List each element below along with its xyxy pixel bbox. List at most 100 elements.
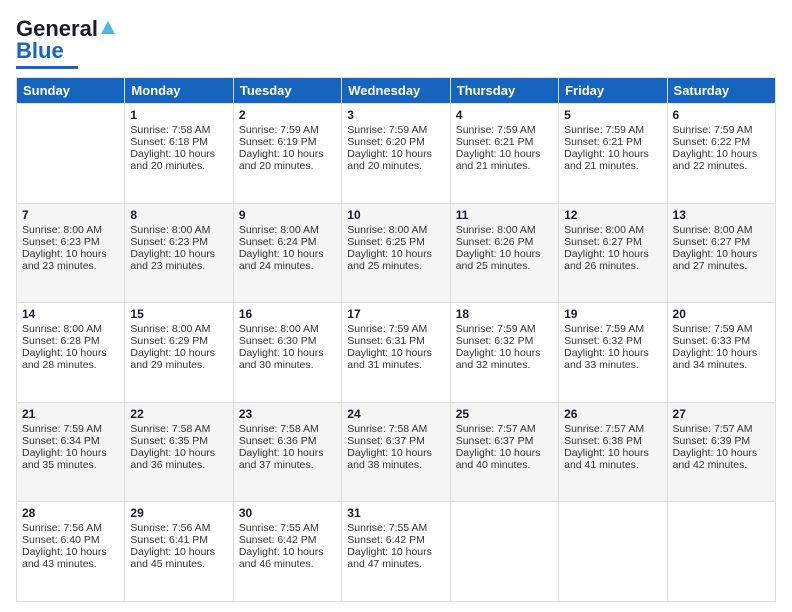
- day-cell: 13Sunrise: 8:00 AMSunset: 6:27 PMDayligh…: [667, 203, 775, 303]
- day-cell: 29 Sunrise: 7:56 AMSunset: 6:41 PMDayligh…: [125, 502, 233, 602]
- daylight-text: Daylight: 10 hours and 46 minutes.: [239, 546, 324, 570]
- sunset-text: Sunset: 6:27 PM: [564, 236, 642, 248]
- day-number: 13: [673, 208, 770, 222]
- day-number: 29: [130, 506, 227, 520]
- col-header-friday: Friday: [559, 78, 667, 104]
- day-cell: 14Sunrise: 8:00 AMSunset: 6:28 PMDayligh…: [17, 303, 125, 403]
- sunrise-text: Sunrise: 7:55 AM: [347, 522, 427, 534]
- day-number: 21: [22, 407, 119, 421]
- sunrise-text: Sunrise: 7:55 AM: [239, 522, 319, 534]
- week-row-1: 1Sunrise: 7:58 AMSunset: 6:18 PMDaylight…: [17, 104, 776, 204]
- day-number: 31: [347, 506, 444, 520]
- day-cell: 12Sunrise: 8:00 AMSunset: 6:27 PMDayligh…: [559, 203, 667, 303]
- page: General Blue SundayMondayTuesdayWednesda…: [0, 0, 792, 612]
- day-number: 12: [564, 208, 661, 222]
- daylight-text: Daylight: 10 hours and 41 minutes.: [564, 447, 649, 471]
- daylight-text: Daylight: 10 hours and 30 minutes.: [239, 347, 324, 371]
- sunset-text: Sunset: 6:33 PM: [673, 335, 751, 347]
- sunrise-text: Sunrise: 7:59 AM: [673, 124, 753, 136]
- day-cell: [667, 502, 775, 602]
- sunset-text: Sunset: 6:28 PM: [22, 335, 100, 347]
- sunrise-text: Sunrise: 7:57 AM: [564, 423, 644, 435]
- day-cell: 20Sunrise: 7:59 AMSunset: 6:33 PMDayligh…: [667, 303, 775, 403]
- day-cell: 26 Sunrise: 7:57 AMSunset: 6:38 PMDayligh…: [559, 402, 667, 502]
- daylight-text: Daylight: 10 hours and 28 minutes.: [22, 347, 107, 371]
- sunrise-text: Sunrise: 7:58 AM: [347, 423, 427, 435]
- sunrise-text: Sunrise: 7:58 AM: [239, 423, 319, 435]
- day-cell: 28Sunrise: 7:56 AMSunset: 6:40 PMDayligh…: [17, 502, 125, 602]
- sunset-text: Sunset: 6:24 PM: [239, 236, 317, 248]
- col-header-sunday: Sunday: [17, 78, 125, 104]
- sunset-text: Sunset: 6:42 PM: [239, 534, 317, 546]
- daylight-text: Daylight: 10 hours and 25 minutes.: [456, 248, 541, 272]
- day-cell: 7Sunrise: 8:00 AMSunset: 6:23 PMDaylight…: [17, 203, 125, 303]
- sunrise-text: Sunrise: 8:00 AM: [347, 224, 427, 236]
- sunrise-text: Sunrise: 8:00 AM: [22, 224, 102, 236]
- sunrise-text: Sunrise: 7:58 AM: [130, 124, 210, 136]
- week-row-5: 28Sunrise: 7:56 AMSunset: 6:40 PMDayligh…: [17, 502, 776, 602]
- day-cell: [17, 104, 125, 204]
- sunrise-text: Sunrise: 8:00 AM: [130, 224, 210, 236]
- col-header-saturday: Saturday: [667, 78, 775, 104]
- day-cell: 11Sunrise: 8:00 AMSunset: 6:26 PMDayligh…: [450, 203, 558, 303]
- day-cell: 21Sunrise: 7:59 AMSunset: 6:34 PMDayligh…: [17, 402, 125, 502]
- day-number: 3: [347, 108, 444, 122]
- day-cell: 16Sunrise: 8:00 AMSunset: 6:30 PMDayligh…: [233, 303, 341, 403]
- sunset-text: Sunset: 6:35 PM: [130, 435, 208, 447]
- sunset-text: Sunset: 6:34 PM: [22, 435, 100, 447]
- sunrise-text: Sunrise: 7:57 AM: [673, 423, 753, 435]
- sunset-text: Sunset: 6:27 PM: [673, 236, 751, 248]
- day-cell: 17Sunrise: 7:59 AMSunset: 6:31 PMDayligh…: [342, 303, 450, 403]
- daylight-text: Daylight: 10 hours and 42 minutes.: [673, 447, 758, 471]
- day-number: 30: [239, 506, 336, 520]
- sunset-text: Sunset: 6:38 PM: [564, 435, 642, 447]
- header: General Blue: [16, 16, 776, 69]
- sunset-text: Sunset: 6:20 PM: [347, 136, 425, 148]
- sunset-text: Sunset: 6:42 PM: [347, 534, 425, 546]
- sunset-text: Sunset: 6:25 PM: [347, 236, 425, 248]
- day-cell: 27Sunrise: 7:57 AMSunset: 6:39 PMDayligh…: [667, 402, 775, 502]
- day-number: 28: [22, 506, 119, 520]
- day-number: 4: [456, 108, 553, 122]
- sunrise-text: Sunrise: 7:59 AM: [347, 323, 427, 335]
- day-number: 17: [347, 307, 444, 321]
- day-cell: 4Sunrise: 7:59 AMSunset: 6:21 PMDaylight…: [450, 104, 558, 204]
- sunset-text: Sunset: 6:21 PM: [456, 136, 534, 148]
- day-cell: 10Sunrise: 8:00 AMSunset: 6:25 PMDayligh…: [342, 203, 450, 303]
- sunrise-text: Sunrise: 8:00 AM: [456, 224, 536, 236]
- day-number: 15: [130, 307, 227, 321]
- day-cell: 24Sunrise: 7:58 AMSunset: 6:37 PMDayligh…: [342, 402, 450, 502]
- daylight-text: Daylight: 10 hours and 20 minutes.: [130, 148, 215, 172]
- day-cell: 15Sunrise: 8:00 AMSunset: 6:29 PMDayligh…: [125, 303, 233, 403]
- col-header-tuesday: Tuesday: [233, 78, 341, 104]
- sunrise-text: Sunrise: 7:59 AM: [456, 323, 536, 335]
- day-cell: 2Sunrise: 7:59 AMSunset: 6:19 PMDaylight…: [233, 104, 341, 204]
- sunset-text: Sunset: 6:37 PM: [347, 435, 425, 447]
- day-cell: 3Sunrise: 7:59 AMSunset: 6:20 PMDaylight…: [342, 104, 450, 204]
- day-number: 26: [564, 407, 661, 421]
- sunrise-text: Sunrise: 7:59 AM: [673, 323, 753, 335]
- daylight-text: Daylight: 10 hours and 40 minutes.: [456, 447, 541, 471]
- sunrise-text: Sunrise: 7:56 AM: [130, 522, 210, 534]
- week-row-3: 14Sunrise: 8:00 AMSunset: 6:28 PMDayligh…: [17, 303, 776, 403]
- sunset-text: Sunset: 6:23 PM: [130, 236, 208, 248]
- sunset-text: Sunset: 6:22 PM: [673, 136, 751, 148]
- sunset-text: Sunset: 6:41 PM: [130, 534, 208, 546]
- sunrise-text: Sunrise: 7:57 AM: [456, 423, 536, 435]
- day-cell: 30 Sunrise: 7:55 AMSunset: 6:42 PMDayligh…: [233, 502, 341, 602]
- day-number: 1: [130, 108, 227, 122]
- sunset-text: Sunset: 6:32 PM: [564, 335, 642, 347]
- day-number: 10: [347, 208, 444, 222]
- day-number: 6: [673, 108, 770, 122]
- day-number: 5: [564, 108, 661, 122]
- daylight-text: Daylight: 10 hours and 33 minutes.: [564, 347, 649, 371]
- daylight-text: Daylight: 10 hours and 47 minutes.: [347, 546, 432, 570]
- calendar-header-row: SundayMondayTuesdayWednesdayThursdayFrid…: [17, 78, 776, 104]
- daylight-text: Daylight: 10 hours and 27 minutes.: [673, 248, 758, 272]
- day-number: 25: [456, 407, 553, 421]
- daylight-text: Daylight: 10 hours and 21 minutes.: [564, 148, 649, 172]
- day-number: 11: [456, 208, 553, 222]
- day-cell: 5Sunrise: 7:59 AMSunset: 6:21 PMDaylight…: [559, 104, 667, 204]
- daylight-text: Daylight: 10 hours and 45 minutes.: [130, 546, 215, 570]
- daylight-text: Daylight: 10 hours and 24 minutes.: [239, 248, 324, 272]
